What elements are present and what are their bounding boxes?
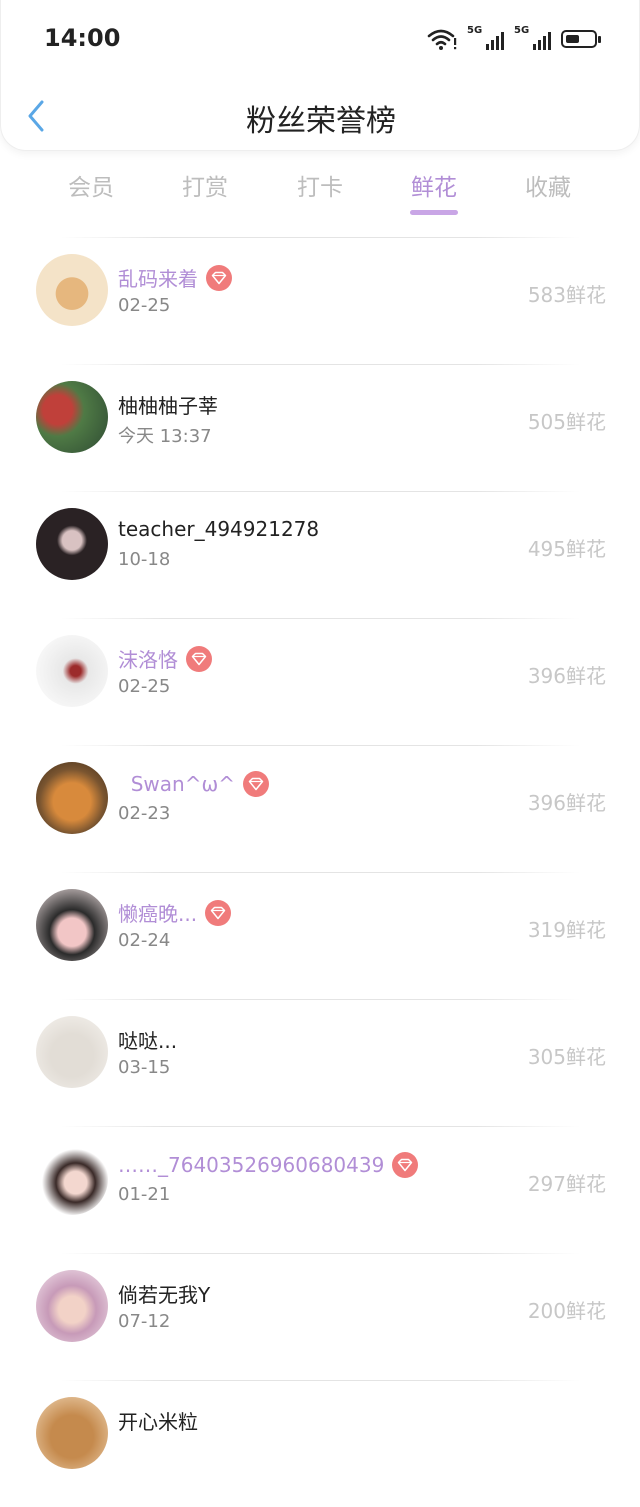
flower-count: 319鲜花 [527, 918, 606, 942]
list-item[interactable]: teacher_494921278 10-18 495鲜花 [0, 491, 640, 618]
divider [60, 872, 580, 873]
diamond-icon [392, 1152, 419, 1178]
diamond-icon [206, 264, 232, 291]
flower-count: 583鲜花 [527, 283, 606, 307]
fan-name-text: 乱码来着 [118, 267, 198, 291]
fan-name: 乱码来着 [118, 263, 232, 292]
avatar[interactable] [36, 254, 108, 326]
divider [60, 618, 580, 619]
tab-label: 打赏 [182, 175, 228, 201]
fan-name-text: 沫洛恪 [118, 648, 178, 672]
fan-name: 哒哒... [118, 1025, 177, 1054]
avatar[interactable] [36, 381, 108, 453]
fan-name: 柚柚柚子莘 [118, 390, 218, 419]
fan-date: 02-23 [118, 803, 171, 824]
fan-date: 07-12 [118, 1311, 171, 1332]
flower-count: 200鲜花 [527, 1299, 606, 1323]
cellular-signal-icon: 5G [514, 25, 551, 50]
status-icons: 5G 5G [427, 25, 601, 52]
fan-date: 01-21 [118, 1184, 171, 1205]
page-title: 粉丝荣誉榜 [246, 104, 396, 139]
fan-name-text: Swan^ω^ [118, 772, 235, 796]
list-item[interactable]: 沫洛恪 02-25 396鲜花 [0, 618, 640, 745]
divider [60, 999, 580, 1000]
fan-name: 懒癌晚... [118, 898, 232, 927]
cellular-signal-icon: 5G [467, 25, 504, 50]
fan-name-text: 柚柚柚子莘 [118, 394, 218, 418]
fan-name-text: ……_76403526960680439 [118, 1153, 385, 1177]
avatar[interactable] [36, 1397, 108, 1469]
flower-count: 305鲜花 [527, 1045, 606, 1069]
fan-name-text: 倘若无我Y [118, 1283, 211, 1307]
list-item[interactable]: 倘若无我Y 07-12 200鲜花 [0, 1253, 640, 1380]
list-item[interactable]: 哒哒... 03-15 305鲜花 [0, 999, 640, 1126]
flower-count: 396鲜花 [527, 664, 606, 688]
status-time: 14:00 [44, 24, 121, 52]
avatar[interactable] [36, 762, 108, 834]
battery-icon [561, 30, 601, 48]
fan-name-text: teacher_494921278 [118, 517, 320, 541]
avatar[interactable] [36, 889, 108, 961]
list-item[interactable]: 柚柚柚子莘今天 13:37 505鲜花 [0, 364, 640, 491]
diamond-icon [242, 771, 269, 797]
fan-date: 02-25 [118, 295, 171, 316]
list-item[interactable]: 懒癌晚... 02-24 319鲜花 [0, 872, 640, 999]
tab-checkin[interactable]: 打卡 [270, 168, 370, 202]
list-item[interactable]: 乱码来着 02-25 583鲜花 [0, 237, 640, 364]
avatar[interactable] [36, 1016, 108, 1088]
divider [60, 237, 580, 238]
divider [60, 364, 580, 365]
avatar[interactable] [36, 508, 108, 580]
fan-name: ……_76403526960680439 [118, 1152, 419, 1178]
fan-date: 10-18 [118, 549, 171, 570]
list-item[interactable]: 开心米粒 [0, 1380, 640, 1507]
flower-count: 297鲜花 [527, 1172, 606, 1196]
fan-name: 倘若无我Y [118, 1279, 210, 1308]
fan-date: 02-25 [118, 676, 171, 697]
flower-count: 495鲜花 [527, 537, 606, 561]
tab-rewards[interactable]: 打赏 [155, 168, 255, 202]
battery-level [566, 35, 579, 43]
wifi-icon [427, 29, 457, 50]
tab-members[interactable]: 会员 [41, 168, 141, 202]
fan-name: Swan^ω^ [118, 771, 269, 797]
tab-label: 会员 [68, 175, 114, 201]
list-item[interactable]: Swan^ω^ 02-23 396鲜花 [0, 745, 640, 872]
fan-list: 乱码来着 02-25 583鲜花柚柚柚子莘今天 13:37 505鲜花 teacher_… [0, 237, 640, 1507]
divider [60, 491, 580, 492]
fan-name-text: 哒哒... [118, 1029, 178, 1053]
flower-count: 396鲜花 [527, 791, 606, 815]
tab-flowers[interactable]: 鲜花 [384, 168, 484, 215]
fan-date: 今天 13:37 [118, 426, 212, 447]
diamond-icon [205, 899, 232, 926]
list-item[interactable]: ……_76403526960680439 01-21 297鲜花 [0, 1126, 640, 1253]
tab-bar: 会员 打赏 打卡 鲜花 收藏 [0, 168, 640, 218]
flower-count: 505鲜花 [527, 410, 606, 434]
tab-label: 鲜花 [411, 175, 457, 201]
tab-indicator [410, 210, 458, 215]
avatar[interactable] [36, 635, 108, 707]
fan-name: teacher_494921278 [118, 517, 319, 541]
fan-name: 沫洛恪 [118, 644, 212, 673]
tab-favorites[interactable]: 收藏 [498, 168, 598, 202]
divider [60, 1380, 580, 1381]
avatar[interactable] [36, 1143, 108, 1215]
fan-date: 02-24 [118, 930, 171, 951]
header-bar: 14:00 5G 5G 粉丝荣誉榜 [0, 0, 640, 151]
tab-label: 打卡 [297, 175, 343, 201]
diamond-icon [186, 645, 212, 672]
divider [60, 1253, 580, 1254]
fan-date: 03-15 [118, 1057, 171, 1078]
avatar[interactable] [36, 1270, 108, 1342]
divider [60, 745, 580, 746]
divider [60, 1126, 580, 1127]
fan-name-text: 懒癌晚... [118, 902, 198, 926]
tab-label: 收藏 [525, 175, 571, 201]
